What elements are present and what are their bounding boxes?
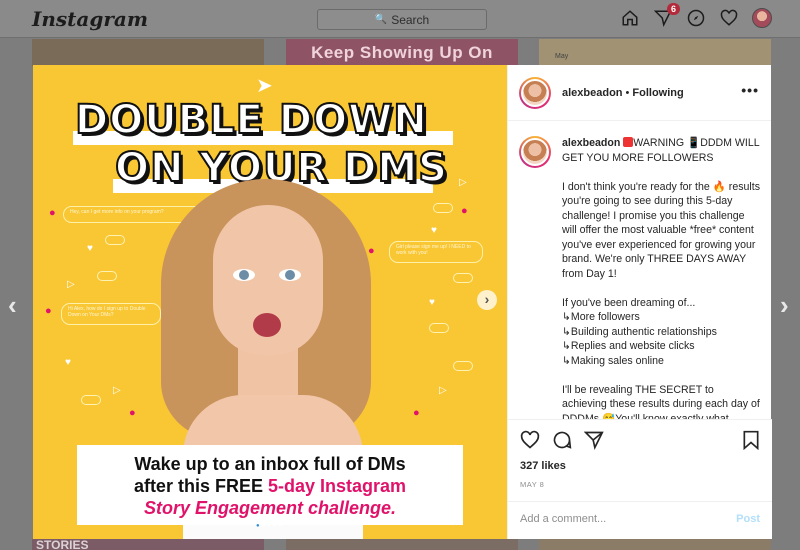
chip-decoration xyxy=(429,323,449,333)
person-icon: ● xyxy=(461,205,468,217)
caption-line3: Story Engagement challenge. xyxy=(143,498,397,518)
caption-line2-start: after this xyxy=(133,476,215,496)
caption-paragraph: If you've been dreaming of... xyxy=(562,296,696,309)
search-placeholder: Search xyxy=(391,12,430,27)
feed-thumbnail[interactable]: May xyxy=(539,39,771,66)
thumbnail-text: May xyxy=(555,53,569,60)
caption-username[interactable]: alexbeadon xyxy=(562,137,620,149)
post-date: MAY 8 xyxy=(520,480,545,489)
caption-list-item: ↳More followers xyxy=(562,311,640,323)
headline-line1: DOUBLE DOWN xyxy=(74,96,428,144)
thumbnail-text: STORIES xyxy=(36,538,89,550)
feed-thumbnail[interactable]: STORIES xyxy=(32,538,264,550)
post-header: alexbeadon • Following ••• xyxy=(508,65,771,121)
caption-list-item: ↳Making sales online xyxy=(562,354,664,367)
chip-decoration xyxy=(81,395,101,405)
heart-icon: ♥ xyxy=(87,243,93,254)
nav-icons: 6 xyxy=(620,3,772,28)
caption-paragraph: I don't think you're ready for the 🔥 res… xyxy=(562,180,761,280)
instagram-logo[interactable]: Instagram xyxy=(32,7,148,31)
comment-bar: Add a comment... Post xyxy=(508,501,772,539)
search-input[interactable]: 🔍 Search xyxy=(317,9,487,30)
next-post-arrow[interactable]: › xyxy=(780,290,789,321)
activity-badge: 6 xyxy=(666,3,680,15)
carousel-next-button[interactable]: › xyxy=(477,290,497,310)
feed-thumbnail[interactable] xyxy=(286,539,518,550)
feed-thumbnail[interactable] xyxy=(32,39,264,66)
home-icon[interactable] xyxy=(620,8,640,28)
caption-list-item: ↳Building authentic relationships xyxy=(562,325,717,338)
prev-post-arrow[interactable]: ‹ xyxy=(8,290,17,321)
profile-avatar[interactable] xyxy=(752,8,772,28)
chip-decoration xyxy=(105,235,125,245)
person-icon: ● xyxy=(49,207,56,219)
chip-decoration xyxy=(97,271,117,281)
post-image[interactable]: ➤ DOUBLE DOWN ON YOUR DMS ● Hey, can I g… xyxy=(33,65,507,539)
feed-thumbnail[interactable] xyxy=(539,539,771,550)
person-icon: ● xyxy=(413,407,420,419)
share-icon[interactable] xyxy=(583,430,604,455)
feed-thumbnail[interactable]: Keep Showing Up On xyxy=(286,39,518,66)
chip-decoration xyxy=(433,203,453,213)
author-avatar[interactable] xyxy=(519,136,551,168)
search-icon: 🔍 xyxy=(374,14,388,25)
explore-icon[interactable] xyxy=(686,8,706,28)
separator: • xyxy=(625,86,630,99)
thumbnail-text: Keep Showing Up On xyxy=(311,42,493,62)
heart-icon: ♥ xyxy=(431,225,437,236)
caption-line1: Wake up to an inbox full of DMs xyxy=(134,454,406,474)
paper-plane-icon: ▷ xyxy=(439,385,447,396)
caption-free: FREE xyxy=(214,476,263,496)
caption-line2: after this FREE 5-day Instagram xyxy=(77,475,463,497)
chip-decoration xyxy=(453,273,473,283)
message-bubble: Hi Alex, how do I sign up to Double Down… xyxy=(61,303,161,325)
post-details-panel: alexbeadon • Following ••• alexbeadon WA… xyxy=(507,65,772,539)
person-icon: ● xyxy=(45,305,52,317)
more-options-icon[interactable]: ••• xyxy=(741,82,759,98)
caption-line2-end: 5-day Instagram xyxy=(268,476,407,496)
like-icon[interactable] xyxy=(520,430,540,455)
message-bubble: Girl please sign me up! I NEED to work w… xyxy=(389,241,483,263)
author-avatar[interactable] xyxy=(519,76,551,109)
warning-emoji-icon xyxy=(623,137,634,147)
paper-plane-icon: ▷ xyxy=(113,385,121,396)
post-actions: 327 likes MAY 8 xyxy=(508,419,772,509)
author-username[interactable]: alexbeadon xyxy=(562,87,623,99)
likes-count[interactable]: 327 likes xyxy=(520,460,566,472)
heart-icon: ♥ xyxy=(429,297,435,308)
caption-list-item: ↳Replies and website clicks xyxy=(562,340,695,352)
heart-icon: ♥ xyxy=(65,357,71,368)
chip-decoration xyxy=(453,361,473,371)
comment-icon[interactable] xyxy=(552,430,572,455)
heart-icon[interactable] xyxy=(719,8,739,28)
save-icon[interactable] xyxy=(742,430,760,455)
paper-plane-icon: ▷ xyxy=(459,177,467,188)
post-comment-button[interactable]: Post xyxy=(736,513,760,525)
paper-plane-icon: ▷ xyxy=(67,279,75,290)
top-nav: Instagram 🔍 Search 6 xyxy=(0,0,800,38)
following-button[interactable]: Following xyxy=(632,87,683,99)
image-caption-box: Wake up to an inbox full of DMs after th… xyxy=(77,445,463,525)
paper-plane-icon: ➤ xyxy=(256,75,273,97)
carousel-dots: ●●●●● xyxy=(255,523,285,529)
person-icon: ● xyxy=(129,407,136,419)
add-comment-input[interactable]: Add a comment... xyxy=(520,513,606,525)
direct-icon[interactable]: 6 xyxy=(653,3,680,28)
